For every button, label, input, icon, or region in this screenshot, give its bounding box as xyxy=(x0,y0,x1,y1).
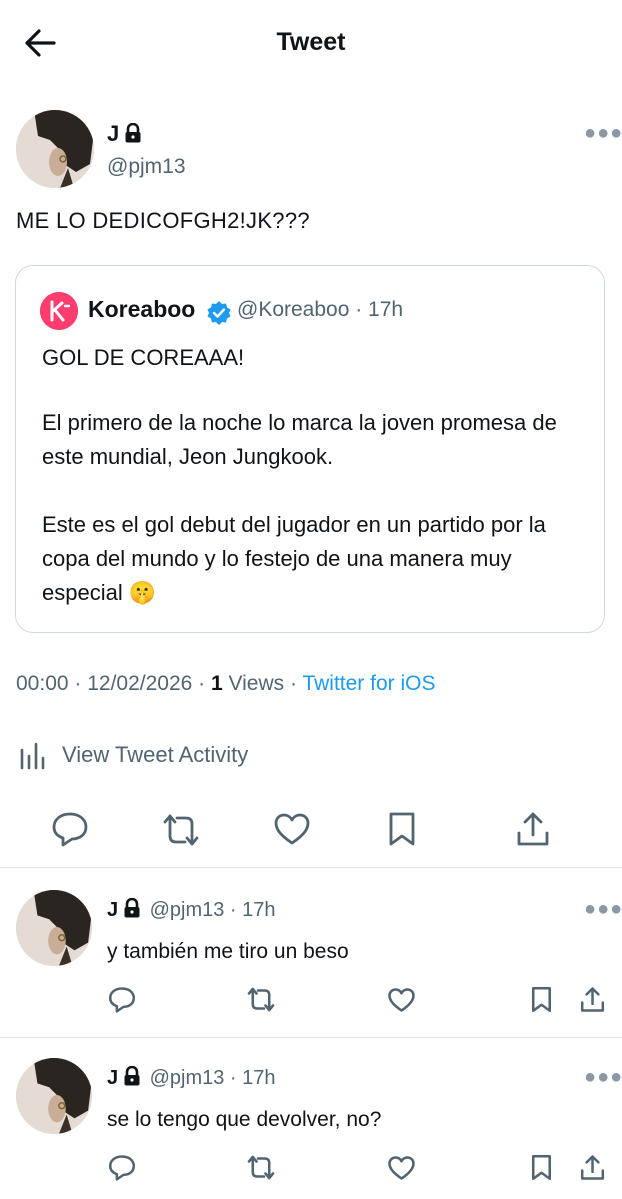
reply-author-name[interactable]: J xyxy=(107,899,118,921)
view-activity-label: View Tweet Activity xyxy=(62,742,249,767)
like-button[interactable] xyxy=(388,988,415,1012)
bookmark-icon xyxy=(531,1154,552,1181)
views-count: 1 xyxy=(210,672,223,695)
view-activity-button[interactable]: View Tweet Activity xyxy=(18,740,248,770)
lock-icon xyxy=(123,898,141,918)
reply-header: J @pjm13 · 17h xyxy=(107,898,276,922)
heart-icon xyxy=(274,813,310,845)
avatar[interactable] xyxy=(16,110,94,188)
reply-text: se lo tengo que devolver, no? xyxy=(107,1108,382,1131)
author-name-text: J xyxy=(107,121,120,146)
avatar[interactable] xyxy=(16,1058,92,1134)
bookmark-icon xyxy=(531,986,552,1013)
quote-author-name: Koreaboo xyxy=(88,296,196,322)
quote-author-handle: @Koreaboo · 17h xyxy=(237,298,404,321)
divider xyxy=(0,1037,622,1038)
reply-button[interactable] xyxy=(51,811,89,847)
page-title: Tweet xyxy=(276,28,346,56)
heart-icon xyxy=(388,988,415,1012)
quote-text-p1: GOL DE COREAAA! xyxy=(42,345,245,370)
retweet-button[interactable] xyxy=(161,812,201,848)
share-button[interactable] xyxy=(516,811,550,847)
reply-icon xyxy=(108,1155,136,1181)
more-icon[interactable]: ●●● xyxy=(584,122,622,145)
avatar[interactable] xyxy=(16,890,92,966)
bookmark-button[interactable] xyxy=(388,811,416,847)
retweet-button[interactable] xyxy=(246,1154,276,1181)
share-button[interactable] xyxy=(580,986,605,1013)
like-button[interactable] xyxy=(274,813,310,845)
share-icon xyxy=(580,1155,605,1180)
quote-text-p2: El primero de la noche lo marca la joven… xyxy=(42,410,557,469)
reply-button[interactable] xyxy=(108,1154,136,1181)
tweet-timestamp: 00:00 · 12/02/2026 · xyxy=(16,672,211,695)
share-button[interactable] xyxy=(580,1154,605,1181)
bookmark-button[interactable] xyxy=(531,986,552,1013)
heart-icon xyxy=(388,1156,415,1180)
retweet-button[interactable] xyxy=(246,986,276,1013)
verified-badge-icon xyxy=(206,300,232,326)
divider xyxy=(0,867,622,868)
share-icon xyxy=(517,812,549,846)
reply-text: y también me tiro un beso xyxy=(107,940,349,963)
more-icon[interactable]: ●●● xyxy=(584,1066,622,1089)
author-handle[interactable]: @pjm13 xyxy=(107,155,186,179)
more-icon[interactable]: ●●● xyxy=(584,898,622,921)
reply-icon xyxy=(52,812,88,847)
retweet-icon xyxy=(247,987,275,1012)
reply-header: J @pjm13 · 17h xyxy=(107,1066,276,1090)
reply-button[interactable] xyxy=(108,986,136,1013)
reply-icon xyxy=(108,987,136,1013)
author-name[interactable]: J xyxy=(107,121,142,147)
share-icon xyxy=(580,987,605,1012)
koreaboo-logo xyxy=(40,292,78,330)
quote-text-p3: Este es el gol debut del jugador en un p… xyxy=(42,512,546,605)
lock-icon xyxy=(123,1066,141,1086)
client-link[interactable]: Twitter for iOS xyxy=(302,672,435,695)
retweet-icon xyxy=(247,1155,275,1180)
tweet-text: ME LO DEDICOFGH2!JK??? xyxy=(16,208,310,233)
bookmark-icon xyxy=(389,812,415,846)
like-button[interactable] xyxy=(388,1156,415,1180)
reply-author-name[interactable]: J xyxy=(107,1067,118,1089)
lock-icon xyxy=(124,123,142,143)
reply-handle-time: @pjm13 · 17h xyxy=(149,899,276,921)
reply-handle-time: @pjm13 · 17h xyxy=(149,1067,276,1089)
bar-chart-icon xyxy=(20,742,45,770)
tweet-meta: 00:00 · 12/02/2026 · 1 Views · Twitter f… xyxy=(16,672,435,696)
retweet-icon xyxy=(163,814,199,846)
views-label: Views · xyxy=(222,672,303,695)
bookmark-button[interactable] xyxy=(531,1154,552,1181)
